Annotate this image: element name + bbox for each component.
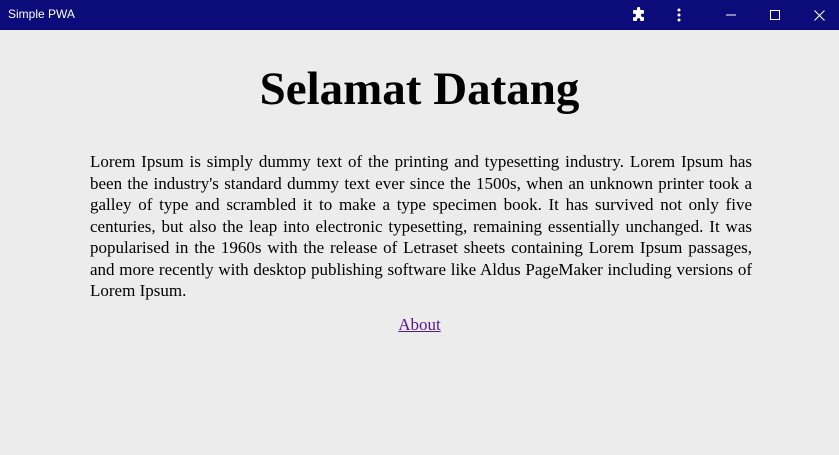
more-options-icon bbox=[677, 8, 681, 22]
page-content: Selamat Datang Lorem Ipsum is simply dum… bbox=[0, 30, 839, 455]
more-options-button[interactable] bbox=[664, 0, 694, 30]
title-bar: Simple PWA bbox=[0, 0, 839, 30]
extensions-button[interactable] bbox=[624, 0, 654, 30]
puzzle-icon bbox=[633, 7, 644, 21]
about-link[interactable]: About bbox=[398, 315, 441, 334]
app-title: Simple PWA bbox=[8, 7, 75, 21]
minimize-button[interactable] bbox=[716, 0, 746, 30]
minimize-icon bbox=[726, 14, 736, 16]
maximize-icon bbox=[770, 10, 780, 20]
about-link-container: About bbox=[0, 315, 839, 335]
close-button[interactable] bbox=[804, 0, 834, 30]
maximize-button[interactable] bbox=[760, 0, 790, 30]
page-heading: Selamat Datang bbox=[259, 63, 580, 115]
close-icon bbox=[813, 9, 825, 21]
intro-paragraph: Lorem Ipsum is simply dummy text of the … bbox=[90, 152, 752, 300]
